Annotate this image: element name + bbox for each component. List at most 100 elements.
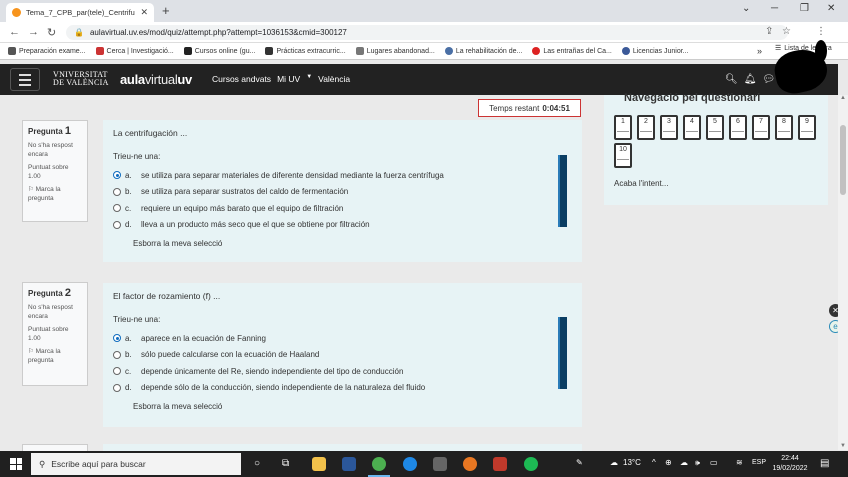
back-icon[interactable]: ←	[9, 26, 20, 38]
radio-button[interactable]	[113, 171, 121, 180]
chat-icon[interactable]: 💬︎	[762, 74, 775, 85]
onedrive-icon[interactable]: ☁	[680, 458, 688, 467]
bookmarks-more-button[interactable]: »	[757, 46, 762, 56]
radio-button[interactable]	[113, 367, 121, 376]
question-state: No s'ha respost encara	[28, 304, 73, 320]
bookmark-item[interactable]: Cursos online (gu...	[183, 47, 255, 55]
volume-icon[interactable]: 🕪︎	[695, 458, 700, 468]
bookmark-label: La rehabilitación de...	[455, 47, 523, 55]
page-scrollbar[interactable]	[838, 95, 848, 450]
quiz-nav-button[interactable]: 3	[660, 115, 678, 140]
scroll-down-icon[interactable]: ▼	[840, 443, 846, 449]
minimize-icon[interactable]: ─	[771, 3, 778, 14]
network-icon[interactable]: ⊕	[665, 458, 672, 467]
bookmark-item[interactable]: Preparación exame...	[8, 47, 86, 55]
extension-icon[interactable]: ⋮	[816, 26, 826, 37]
radio-button[interactable]	[113, 383, 121, 392]
clear-selection-link[interactable]: Esborra la meva selecció	[133, 402, 572, 411]
answer-option[interactable]: d. lleva a un producto más seco que el qu…	[113, 217, 572, 234]
weather-temp[interactable]: 13°C	[623, 458, 641, 467]
quiz-nav-button[interactable]: 9	[798, 115, 816, 140]
spotify-icon[interactable]	[524, 457, 538, 471]
menu-toggle-button[interactable]	[10, 68, 40, 91]
reload-icon[interactable]: ↻	[47, 26, 56, 39]
forward-icon[interactable]: →	[28, 26, 39, 38]
bookmark-star-icon[interactable]: ☆	[782, 26, 791, 37]
flag-question-link[interactable]: ⚐ Marca la pregunta	[28, 185, 82, 203]
chrome-icon[interactable]	[372, 457, 386, 471]
taskbar-clock[interactable]: 22:44 19/02/2022	[770, 454, 810, 474]
quiz-nav-button[interactable]: 1	[614, 115, 632, 140]
bookmark-label: Preparación exame...	[19, 47, 86, 55]
bookmark-item[interactable]: Prácticas extracurric...	[265, 47, 346, 55]
store-icon[interactable]	[433, 457, 447, 471]
radio-button[interactable]	[113, 220, 121, 229]
menu-item-courses[interactable]: Cursos andvats	[212, 74, 271, 84]
quiz-nav-button[interactable]: 2	[637, 115, 655, 140]
notification-icon[interactable]: ▤	[820, 458, 829, 469]
scroll-up-icon[interactable]: ▲	[840, 95, 846, 101]
edge-icon[interactable]	[403, 457, 417, 471]
aulavirtual-logo[interactable]: aulavirtualuv	[120, 72, 192, 87]
bell-icon[interactable]: 🔔︎	[744, 74, 757, 85]
clear-selection-link[interactable]: Esborra la meva selecció	[133, 239, 572, 248]
bookmark-item[interactable]: Licencias Junior...	[621, 47, 689, 55]
radio-button[interactable]	[113, 187, 121, 196]
quiz-nav-button[interactable]: 8	[775, 115, 793, 140]
quiz-nav-button[interactable]: 7	[752, 115, 770, 140]
answer-option[interactable]: d. depende sólo de la conducción, siendo …	[113, 380, 572, 397]
answer-option[interactable]: a. se utiliza para separar materiales de …	[113, 167, 572, 184]
pen-icon[interactable]: ✎	[576, 458, 583, 467]
chevron-down-icon[interactable]: ⌄	[742, 3, 750, 14]
radio-button[interactable]	[113, 204, 121, 213]
flag-question-link[interactable]: ⚐ Marca la pregunta	[28, 347, 82, 365]
bookmark-icon	[532, 47, 541, 55]
task-view-icon[interactable]: ⧉	[282, 458, 289, 469]
quiz-nav-button[interactable]: 5	[706, 115, 724, 140]
answer-option[interactable]: b. sólo puede calcularse con la ecuación …	[113, 347, 572, 364]
battery-icon[interactable]: ▭	[710, 458, 718, 467]
close-window-icon[interactable]: ✕	[827, 3, 835, 14]
browser-tab[interactable]: Tema_7_CPB_par(tele)_Centrifuguem... ✕	[6, 3, 154, 22]
close-tab-icon[interactable]: ✕	[140, 7, 148, 18]
bookmark-item[interactable]: Lugares abandonad...	[355, 47, 435, 55]
quiz-nav-button[interactable]: 10	[614, 143, 632, 168]
menu-item-valencia[interactable]: València	[318, 74, 350, 84]
bookmark-item[interactable]: Cerca | Investigació...	[95, 47, 174, 55]
address-toolbar: ← → ↻ 🔒 aulavirtual.uv.es/mod/quiz/attem…	[0, 22, 848, 43]
wifi-icon[interactable]: ≋	[736, 458, 743, 467]
answer-option[interactable]: c. requiere un equipo más barato que el e…	[113, 200, 572, 217]
url-bar[interactable]: 🔒 aulavirtual.uv.es/mod/quiz/attempt.php…	[66, 25, 788, 40]
answer-option[interactable]: c. depende únicamente del Re, siendo inde…	[113, 363, 572, 380]
redaction-mark	[815, 40, 827, 62]
finish-attempt-link[interactable]: Acaba l'intent...	[614, 179, 668, 188]
aula-logo-part: aula	[120, 72, 145, 87]
cortana-icon[interactable]: ○	[254, 458, 260, 469]
answer-option[interactable]: a. aparece en la ecuación de Fanning	[113, 330, 572, 347]
bookmark-item[interactable]: La rehabilitación de...	[444, 47, 523, 55]
share-icon[interactable]: ⇪	[765, 26, 773, 37]
menu-item-miuv[interactable]: Mi UV	[277, 74, 300, 84]
answer-option[interactable]: b. se utiliza para separar sustratos del …	[113, 184, 572, 201]
uv-logo[interactable]: VNIVERSITAT DE VALÈNCIA	[53, 71, 109, 87]
bookmark-item[interactable]: Las entrañas del Ca...	[532, 47, 612, 55]
language-indicator[interactable]: ESP	[752, 459, 766, 466]
tray-chevron-icon[interactable]: ^	[652, 458, 656, 467]
windows-start-icon[interactable]	[10, 458, 22, 470]
radio-button[interactable]	[113, 350, 121, 359]
quiz-nav-button[interactable]: 4	[683, 115, 701, 140]
word-icon[interactable]	[342, 457, 356, 471]
new-tab-button[interactable]: +	[162, 3, 170, 18]
restore-icon[interactable]: ❐	[800, 3, 809, 14]
scrollbar-thumb[interactable]	[840, 125, 846, 195]
weather-icon[interactable]: ☁	[610, 458, 618, 467]
taskbar-search[interactable]: ⚲ Escribe aquí para buscar	[31, 453, 241, 475]
answer-prompt: Trieu-ne una:	[113, 315, 161, 324]
file-explorer-icon[interactable]	[312, 457, 326, 471]
quiz-nav-button[interactable]: 6	[729, 115, 747, 140]
search-icon[interactable]: 🔍︎	[725, 74, 738, 85]
tab-title: Tema_7_CPB_par(tele)_Centrifuguem...	[26, 8, 135, 17]
radio-button[interactable]	[113, 334, 121, 343]
app-icon[interactable]	[493, 457, 507, 471]
app-icon[interactable]	[463, 457, 477, 471]
